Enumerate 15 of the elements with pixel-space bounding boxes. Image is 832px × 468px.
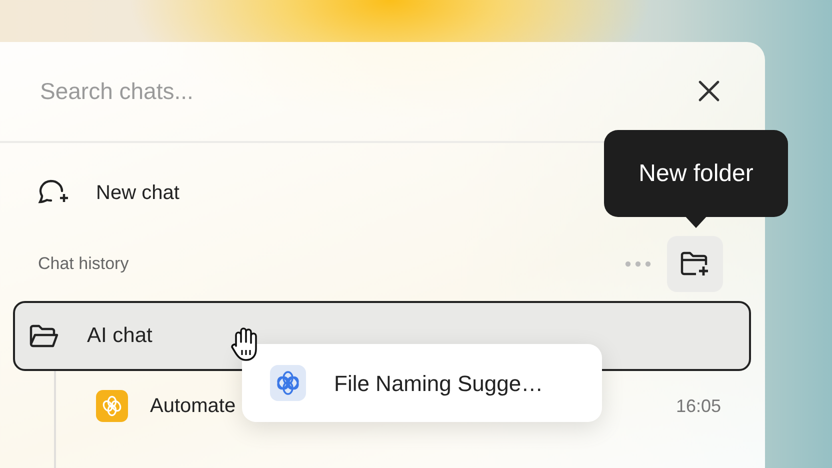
- folder-name: AI chat: [87, 323, 152, 350]
- chat-time: 16:05: [676, 394, 721, 418]
- close-icon: [697, 79, 721, 104]
- tooltip: New folder: [604, 130, 788, 217]
- knot-icon: [96, 390, 128, 422]
- search-field[interactable]: Search chats...: [38, 73, 693, 110]
- section-label: Chat history: [38, 253, 129, 276]
- new-chat-label[interactable]: New chat: [96, 178, 180, 208]
- chat-title: File Naming Sugge…: [334, 370, 544, 398]
- folder-plus-icon: [680, 251, 710, 277]
- chat-title: Automate: [150, 394, 236, 419]
- knot-icon: [270, 365, 306, 401]
- folder-icon: [29, 324, 59, 348]
- tooltip-pointer: [684, 215, 708, 229]
- new-folder-button[interactable]: [667, 236, 723, 292]
